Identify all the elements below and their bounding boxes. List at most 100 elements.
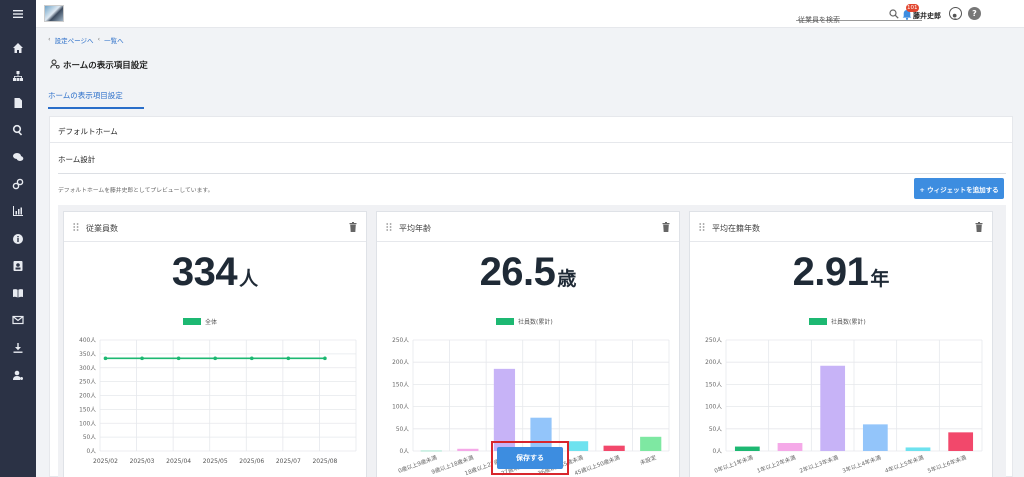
book-icon[interactable] bbox=[9, 284, 27, 302]
y-tick-label: 250人 bbox=[79, 379, 96, 386]
x-tick-label: 2025/06 bbox=[239, 458, 264, 465]
org-chart-icon[interactable] bbox=[9, 67, 27, 85]
widget-header: 平均年齢 bbox=[377, 212, 679, 242]
x-tick-label: 0年以上1年未満 bbox=[713, 453, 754, 475]
x-tick-label: 1年以上2年未満 bbox=[756, 453, 797, 475]
data-point bbox=[286, 356, 291, 361]
x-tick-label: 2025/08 bbox=[312, 458, 337, 465]
drag-handle-icon[interactable] bbox=[699, 223, 705, 231]
legend-label: 社員数(累計) bbox=[831, 318, 866, 326]
save-button-highlight: 保存する bbox=[491, 441, 569, 475]
bar bbox=[777, 443, 803, 451]
data-point bbox=[249, 356, 254, 361]
document-icon[interactable] bbox=[9, 94, 27, 112]
widget-value: 334 人 bbox=[171, 250, 259, 294]
y-tick-label: 250人 bbox=[705, 337, 722, 344]
widget-average-tenure: 平均在籍年数 2.91 年 社員数(累計) 0人 50人 100人 150人 200人 250… bbox=[689, 211, 993, 477]
company-logo[interactable] bbox=[44, 5, 64, 22]
trash-icon[interactable] bbox=[662, 222, 670, 232]
data-point bbox=[176, 356, 181, 361]
back-to-settings-link[interactable]: 設定ページへ bbox=[55, 35, 94, 45]
back-to-list-link[interactable]: 一覧へ bbox=[104, 35, 124, 45]
sidebar bbox=[0, 0, 36, 477]
widget-header: 平均在籍年数 bbox=[690, 212, 992, 242]
avatar-icon[interactable] bbox=[949, 7, 962, 20]
legend-swatch bbox=[496, 318, 514, 325]
bar bbox=[457, 448, 479, 451]
bar bbox=[420, 450, 442, 452]
mail-icon[interactable] bbox=[9, 311, 27, 329]
section-title: ホーム設計 bbox=[58, 155, 96, 164]
bar bbox=[734, 446, 760, 451]
drag-handle-icon[interactable] bbox=[386, 223, 392, 231]
user-settings-icon[interactable] bbox=[9, 366, 27, 384]
y-tick-label: 350人 bbox=[79, 351, 96, 358]
y-tick-label: 250人 bbox=[392, 337, 409, 344]
y-tick-label: 0人 bbox=[400, 448, 410, 455]
chart-employee-count: 全体 0人 50人 100人 150人 200人 250人 300人 350人 400人 2025/… bbox=[79, 318, 357, 465]
bar bbox=[948, 432, 974, 451]
download-icon[interactable] bbox=[9, 339, 27, 357]
default-home-card: デフォルトホーム ホーム設計 デフォルトホームを藤井史郎としてプレビューしていま… bbox=[49, 116, 1013, 477]
user-settings-icon bbox=[50, 59, 60, 69]
hamburger-icon[interactable] bbox=[9, 5, 27, 23]
y-tick-label: 100人 bbox=[392, 404, 409, 411]
x-tick-label: 5年以上6年未満 bbox=[926, 453, 967, 475]
breadcrumb: ‹ 設定ページへ ‹ 一覧へ bbox=[48, 35, 124, 45]
widget-value: 26.5 歳 bbox=[479, 250, 577, 294]
save-button[interactable]: 保存する bbox=[497, 447, 563, 469]
y-tick-label: 200人 bbox=[705, 359, 722, 366]
search-icon[interactable] bbox=[9, 121, 27, 139]
contact-card-icon[interactable] bbox=[9, 257, 27, 275]
bar bbox=[640, 436, 662, 451]
bar bbox=[820, 365, 846, 451]
preview-note: デフォルトホームを藤井史郎としてプレビューしています。 bbox=[58, 188, 214, 194]
x-tick-label: 4年以上5年未満 bbox=[884, 453, 925, 475]
search-icon[interactable] bbox=[889, 9, 899, 19]
data-point bbox=[323, 356, 327, 361]
info-icon[interactable] bbox=[9, 230, 27, 248]
card-header: デフォルトホーム bbox=[50, 117, 1012, 143]
drag-handle-icon[interactable] bbox=[73, 223, 79, 231]
bar bbox=[603, 445, 625, 451]
x-tick-label: 2025/07 bbox=[276, 458, 301, 465]
page-title: ホームの表示項目設定 bbox=[63, 61, 148, 71]
y-tick-label: 200人 bbox=[79, 393, 96, 400]
x-tick-label: 2025/05 bbox=[203, 458, 228, 465]
data-point bbox=[103, 356, 108, 361]
widget-header: 従業員数 bbox=[64, 212, 366, 242]
trash-icon[interactable] bbox=[975, 222, 983, 232]
y-tick-label: 150人 bbox=[392, 381, 409, 388]
add-widget-button[interactable]: + ウィジェットを追加する bbox=[914, 178, 1004, 199]
y-tick-label: 0人 bbox=[713, 448, 723, 455]
tab-home-display-settings[interactable]: ホームの表示項目設定 bbox=[48, 90, 144, 109]
y-tick-label: 50人 bbox=[709, 426, 722, 433]
widget-title: 平均在籍年数 bbox=[712, 224, 760, 233]
link-icon[interactable] bbox=[9, 175, 27, 193]
widget-employee-count: 従業員数 334 人 全体 0人 50人 100人 150人 200人 250人 300人 350… bbox=[63, 211, 367, 477]
chevron-left-icon: ‹ bbox=[48, 35, 51, 43]
x-tick-label: 2年以上3年未満 bbox=[798, 453, 839, 475]
chat-icon[interactable] bbox=[9, 148, 27, 166]
chart-average-tenure: 社員数(累計) 0人 50人 100人 150人 200人 250人 0年以上1年未満 1年以上… bbox=[705, 318, 983, 475]
chevron-left-icon: ‹ bbox=[97, 35, 101, 43]
y-tick-label: 400人 bbox=[79, 337, 96, 344]
y-tick-label: 50人 bbox=[83, 434, 96, 441]
y-tick-label: 0人 bbox=[87, 448, 97, 455]
y-tick-label: 150人 bbox=[79, 406, 96, 413]
legend-swatch bbox=[183, 318, 201, 325]
bar bbox=[862, 424, 888, 451]
legend-label: 社員数(累計) bbox=[518, 318, 553, 326]
help-icon[interactable]: ? bbox=[968, 7, 981, 20]
y-tick-label: 50人 bbox=[396, 426, 409, 433]
bar-chart-icon[interactable] bbox=[9, 202, 27, 220]
bar bbox=[905, 447, 931, 451]
trash-icon[interactable] bbox=[349, 222, 357, 232]
user-name[interactable]: 藤井史郎 bbox=[913, 11, 941, 21]
y-tick-label: 100人 bbox=[79, 420, 96, 427]
home-icon[interactable] bbox=[9, 39, 27, 57]
data-point bbox=[140, 356, 144, 361]
x-tick-label: 3年以上4年未満 bbox=[841, 453, 882, 475]
y-tick-label: 300人 bbox=[79, 365, 96, 372]
y-tick-label: 100人 bbox=[705, 404, 722, 411]
